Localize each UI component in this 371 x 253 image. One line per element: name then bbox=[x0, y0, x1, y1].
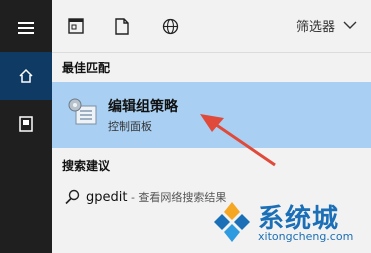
home-button[interactable] bbox=[0, 52, 52, 100]
filter-bar: 筛选器 bbox=[52, 0, 371, 53]
suggestion-query: gpedit bbox=[86, 190, 128, 205]
best-match-title: 编辑组策略 bbox=[108, 99, 178, 115]
group-policy-icon bbox=[68, 98, 97, 125]
best-match-result[interactable]: 编辑组策略 控制面板 bbox=[52, 82, 371, 148]
apps-filter-button[interactable] bbox=[64, 14, 88, 38]
search-icon bbox=[65, 189, 80, 205]
documents-button[interactable] bbox=[0, 100, 52, 148]
document-icon bbox=[115, 17, 129, 35]
web-filter-button[interactable] bbox=[158, 14, 182, 38]
menu-button[interactable] bbox=[0, 4, 52, 52]
best-match-subtitle: 控制面板 bbox=[108, 120, 152, 133]
tablet-icon bbox=[19, 116, 33, 132]
app-window-icon bbox=[68, 18, 84, 34]
suggestion-text: gpedit - 查看网络搜索结果 bbox=[86, 189, 226, 205]
best-match-heading: 最佳匹配 bbox=[62, 61, 111, 75]
filter-dropdown[interactable]: 筛选器 bbox=[296, 16, 357, 35]
globe-icon bbox=[162, 18, 178, 34]
search-suggestions-heading: 搜索建议 bbox=[62, 159, 111, 173]
documents-filter-button[interactable] bbox=[110, 14, 134, 38]
chevron-down-icon bbox=[343, 21, 357, 29]
hamburger-icon bbox=[18, 22, 34, 34]
watermark-url: xitongcheng.com bbox=[258, 230, 354, 243]
left-rail bbox=[0, 0, 52, 253]
logo-diamond-icon bbox=[214, 202, 250, 242]
home-icon bbox=[19, 68, 33, 83]
filter-label: 筛选器 bbox=[295, 20, 335, 35]
watermark-logo: 系统城 xitongcheng.com bbox=[208, 198, 363, 250]
